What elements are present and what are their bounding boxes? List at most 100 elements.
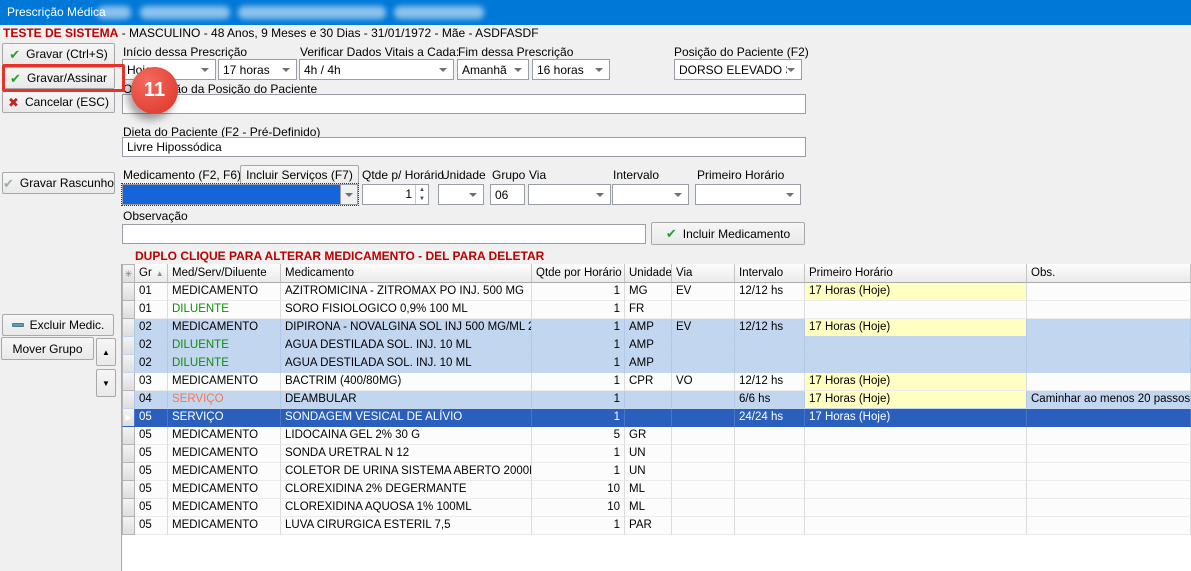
table-row[interactable]: 03MEDICAMENTOBACTRIM (400/80MG)1CPRVO12/… (122, 373, 1191, 391)
save-draft-button[interactable]: ✔ Gravar Rascunho (2, 172, 115, 194)
row-selector[interactable] (122, 427, 135, 445)
medicamento-select[interactable] (122, 184, 358, 205)
row-selector[interactable] (122, 373, 135, 391)
table-row[interactable]: ▶05SERVIÇOSONDAGEM VESICAL DE ALÍVIO124/… (122, 409, 1191, 427)
annotation-step-badge: 11 (131, 67, 178, 114)
qtde-stepper[interactable]: 1 ▲▼ (362, 184, 429, 205)
row-selector[interactable] (122, 463, 135, 481)
interval-cell (735, 445, 805, 463)
intervalo-select[interactable] (612, 184, 689, 205)
row-selector[interactable] (122, 301, 135, 319)
inicio-time-select[interactable]: 17 horas (218, 59, 297, 80)
column-header-1[interactable]: Gr▲ (135, 264, 168, 283)
unit-cell: UN (625, 445, 672, 463)
medication-cell: DEAMBULAR (281, 391, 532, 409)
stepper-up-icon[interactable]: ▲ (416, 185, 428, 195)
column-header-8[interactable]: Primeiro Horário (805, 264, 1027, 283)
table-row[interactable]: 05MEDICAMENTOCLOREXIDINA 2% DEGERMANTE10… (122, 481, 1191, 499)
unidade-select[interactable] (438, 184, 484, 205)
interval-cell (735, 481, 805, 499)
via-select[interactable] (528, 184, 611, 205)
incluir-servicos-button[interactable]: Incluir Serviços (F7) (240, 165, 359, 185)
incluir-medicamento-button[interactable]: ✔ Incluir Medicamento (651, 222, 805, 245)
table-row[interactable]: 02MEDICAMENTODIPIRONA - NOVALGINA SOL IN… (122, 319, 1191, 337)
column-header-3[interactable]: Medicamento (281, 264, 532, 283)
type-cell: MEDICAMENTO (168, 283, 281, 301)
table-row[interactable]: 05MEDICAMENTOSONDA URETRAL N 121UN (122, 445, 1191, 463)
group-cell: 01 (135, 301, 168, 319)
row-selector[interactable] (122, 391, 135, 409)
row-selector[interactable] (122, 355, 135, 373)
move-group-up-button[interactable]: ▲ (96, 338, 116, 366)
obs-posicao-input[interactable] (122, 94, 806, 114)
first-time-cell (805, 445, 1027, 463)
row-selector[interactable] (122, 319, 135, 337)
title-bar: Prescrição Médica (0, 0, 1191, 25)
vitais-select[interactable]: 4h / 4h (299, 59, 454, 80)
move-group-label: Mover Grupo (12, 342, 82, 356)
table-row[interactable]: 05MEDICAMENTOCOLETOR DE URINA SISTEMA AB… (122, 463, 1191, 481)
qty-cell: 1 (532, 301, 625, 319)
unit-cell: ML (625, 499, 672, 517)
table-row[interactable]: 01DILUENTESORO FISIOLOGICO 0,9% 100 ML1F… (122, 301, 1191, 319)
fim-time-select[interactable]: 16 horas (532, 59, 610, 80)
delete-medication-button[interactable]: Excluir Medic. (2, 314, 114, 336)
interval-cell (735, 499, 805, 517)
column-header-9[interactable]: Obs. (1027, 264, 1191, 283)
column-header-4[interactable]: Qtde por Horário (532, 264, 625, 283)
first-time-cell (805, 337, 1027, 355)
column-header-7[interactable]: Intervalo (735, 264, 805, 283)
grupo-input[interactable] (490, 184, 525, 205)
medicamento-label: Medicamento (F2, F6) (123, 168, 241, 182)
row-selector[interactable] (122, 337, 135, 355)
patient-header: TESTE DE SISTEMA - MASCULINO - 48 Anos, … (0, 25, 1191, 42)
interval-cell: 6/6 hs (735, 391, 805, 409)
table-row[interactable]: 05MEDICAMENTOLUVA CIRURGICA ESTERIL 7,51… (122, 517, 1191, 535)
row-selector[interactable] (122, 517, 135, 535)
dieta-input[interactable] (122, 137, 806, 157)
table-row[interactable]: 02DILUENTEAGUA DESTILADA SOL. INJ. 10 ML… (122, 355, 1191, 373)
chevron-down-icon (786, 193, 794, 197)
first-time-cell (805, 517, 1027, 535)
type-cell: MEDICAMENTO (168, 463, 281, 481)
incluir-servicos-label: Incluir Serviços (F7) (246, 168, 353, 182)
check-icon: ✔ (3, 177, 14, 190)
column-header-2[interactable]: Med/Serv/Diluente (168, 264, 281, 283)
fim-label: Fim dessa Prescrição (458, 45, 573, 59)
interval-cell (735, 355, 805, 373)
medication-cell: SORO FISIOLOGICO 0,9% 100 ML (281, 301, 532, 319)
vitais-value: 4h / 4h (300, 63, 439, 77)
observacao-input[interactable] (122, 224, 646, 244)
table-row[interactable]: 05MEDICAMENTOCLOREXIDINA AQUOSA 1% 100ML… (122, 499, 1191, 517)
row-selector[interactable] (122, 481, 135, 499)
move-group-down-button[interactable]: ▼ (96, 369, 116, 397)
column-header-6[interactable]: Via (672, 264, 735, 283)
save-button[interactable]: ✔ Gravar (Ctrl+S) (2, 43, 115, 65)
inicio-time-value: 17 horas (219, 63, 282, 77)
group-cell: 05 (135, 499, 168, 517)
stepper-down-icon[interactable]: ▼ (416, 195, 428, 205)
table-row[interactable]: 05MEDICAMENTOLIDOCAINA GEL 2% 30 G5GR (122, 427, 1191, 445)
row-selector[interactable] (122, 499, 135, 517)
primeiro-horario-select[interactable] (695, 184, 801, 205)
fim-day-select[interactable]: Amanhã (457, 59, 529, 80)
row-selector[interactable]: ▶ (122, 409, 135, 427)
group-cell: 05 (135, 409, 168, 427)
unit-cell: AMP (625, 355, 672, 373)
table-row[interactable]: 01MEDICAMENTOAZITROMICINA - ZITROMAX PO … (122, 283, 1191, 301)
posicao-select[interactable]: DORSO ELEVADO 30 G (674, 59, 802, 80)
row-selector[interactable] (122, 445, 135, 463)
combo-arrow-button[interactable] (340, 185, 357, 204)
move-group-button[interactable]: Mover Grupo (1, 337, 94, 360)
qty-cell: 1 (532, 409, 625, 427)
grid-corner-icon[interactable]: ✳ (122, 264, 135, 283)
column-header-5[interactable]: Unidade (625, 264, 672, 283)
row-selector[interactable] (122, 283, 135, 301)
table-row[interactable]: 02DILUENTEAGUA DESTILADA SOL. INJ. 10 ML… (122, 337, 1191, 355)
table-row[interactable]: 04SERVIÇODEAMBULAR16/6 hs17 Horas (Hoje)… (122, 391, 1191, 409)
chevron-down-icon (469, 193, 477, 197)
first-time-cell: 17 Horas (Hoje) (805, 319, 1027, 337)
interval-cell (735, 301, 805, 319)
type-cell: MEDICAMENTO (168, 427, 281, 445)
cancel-button[interactable]: ✖ Cancelar (ESC) (2, 91, 115, 113)
